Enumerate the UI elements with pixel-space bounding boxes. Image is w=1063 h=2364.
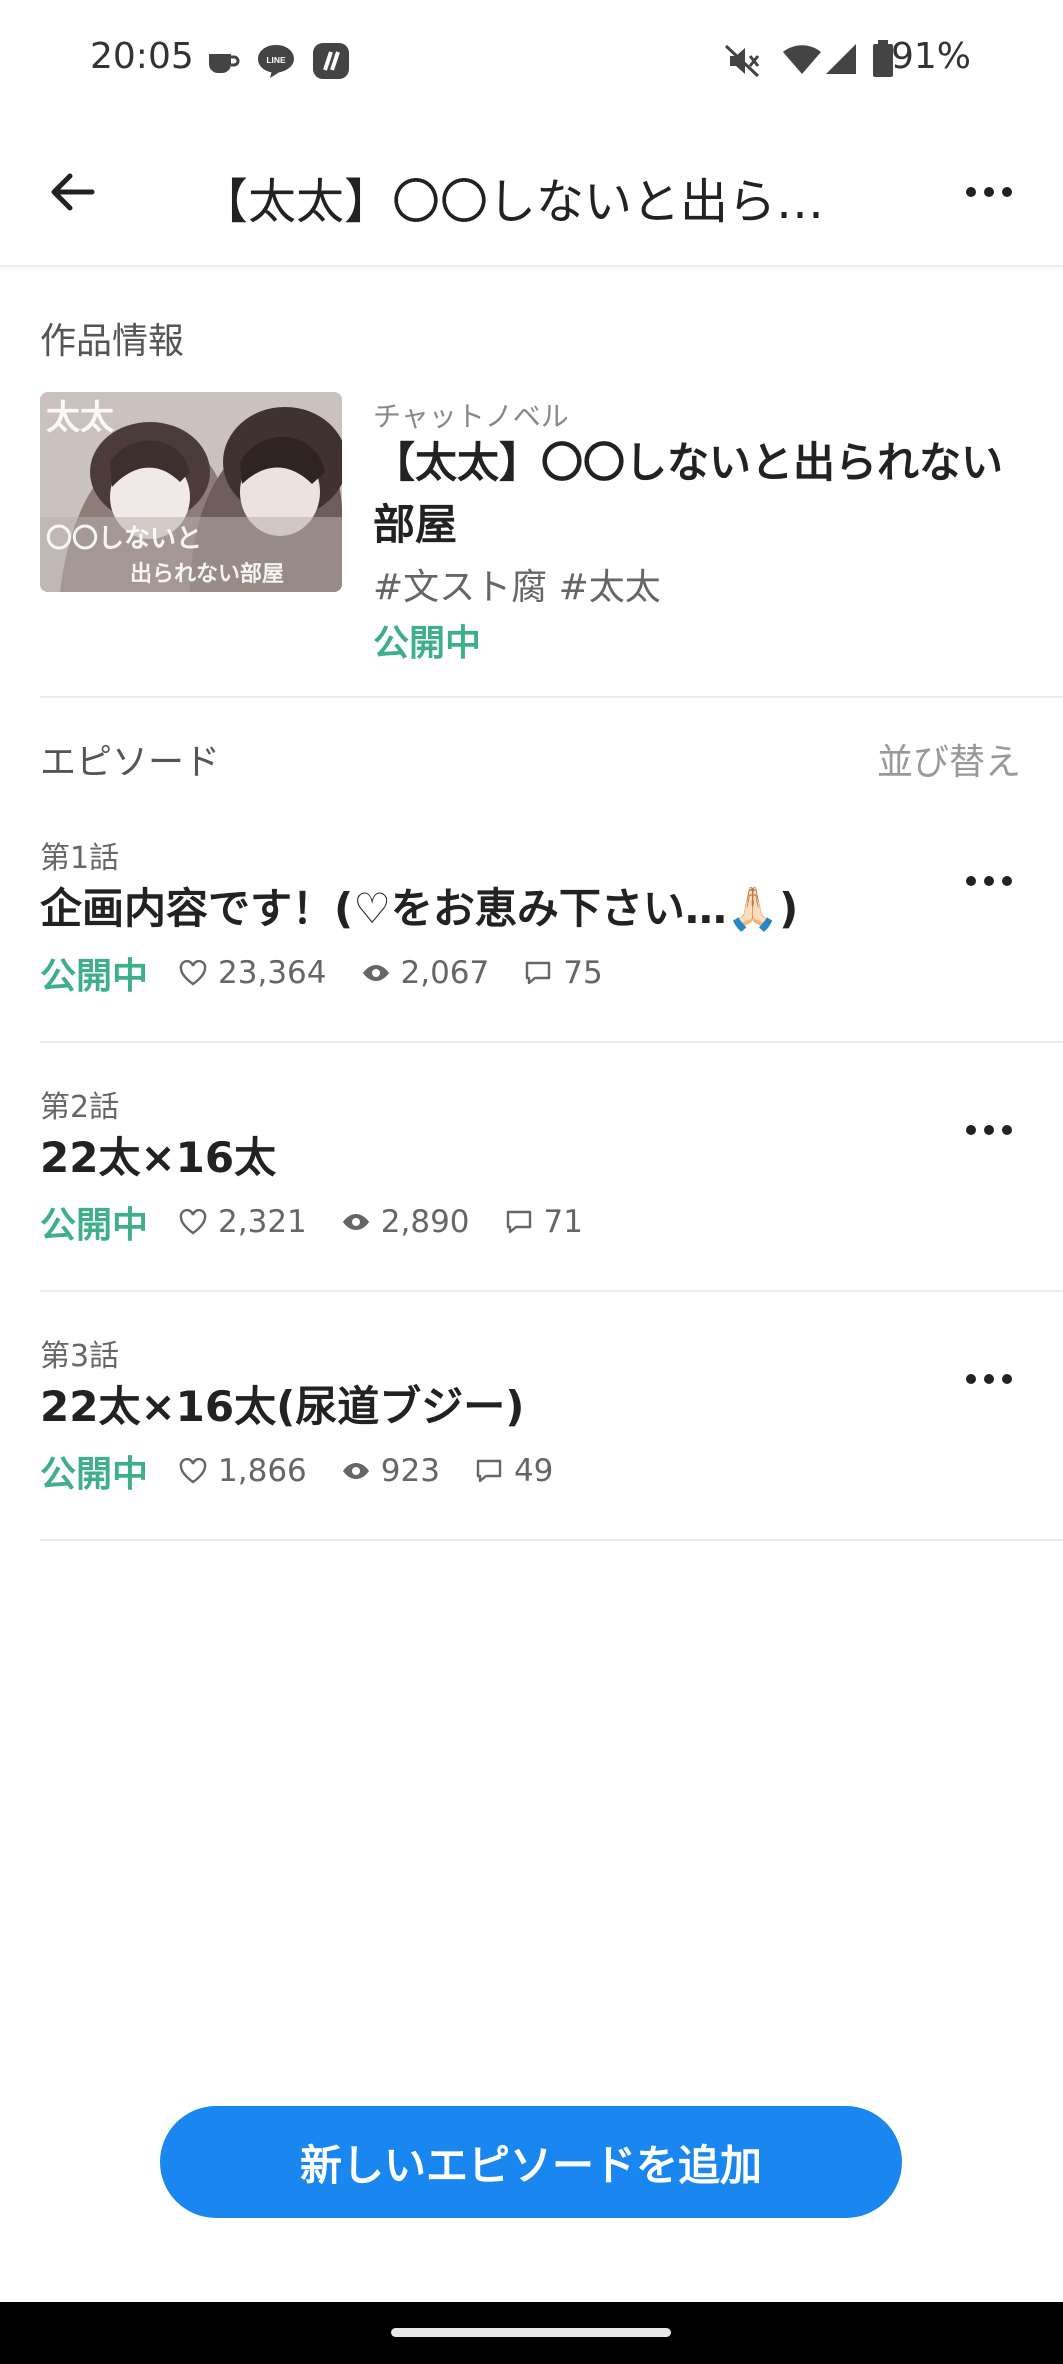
- sort-button[interactable]: 並び替え: [877, 733, 1021, 785]
- more-icon[interactable]: [955, 1359, 1023, 1399]
- episode-status: 公開中: [40, 1205, 149, 1246]
- episode-stats: 公開中 1,866 923 49: [40, 1447, 587, 1495]
- episode-likes: 2,321: [218, 1204, 307, 1240]
- heart-icon: [179, 1208, 207, 1235]
- status-bar: 20:05 LINE 91%: [0, 0, 1063, 120]
- line-icon-label: LINE: [266, 55, 286, 65]
- episode-views: 2,890: [380, 1204, 470, 1240]
- more-icon[interactable]: [955, 164, 1023, 220]
- back-arrow-icon[interactable]: [44, 164, 100, 220]
- episode-comments: 75: [563, 955, 603, 991]
- episode-number: 第2話: [40, 1090, 120, 1125]
- episode-views: 923: [380, 1453, 440, 1489]
- work-status-badge: 公開中: [373, 623, 482, 664]
- app-bar: 【太太】〇〇しないと出ら…: [0, 120, 1063, 267]
- thumbnail-text-3: 出られない部屋: [130, 562, 285, 587]
- signal-icon: [826, 44, 856, 74]
- gesture-handle[interactable]: [391, 2328, 671, 2337]
- battery-percent: 91%: [890, 36, 971, 77]
- episode-number: 第3話: [40, 1339, 120, 1374]
- divider: [40, 1290, 1063, 1292]
- divider: [40, 1539, 1063, 1541]
- divider: [40, 1041, 1063, 1043]
- heart-icon: [179, 1457, 207, 1484]
- coffee-icon: [209, 54, 240, 73]
- episode-title: 22太×16太: [40, 1133, 277, 1182]
- eye-icon: [362, 965, 389, 981]
- heart-icon: [179, 959, 207, 986]
- thumbnail-text-1: 太太: [46, 398, 114, 438]
- episode-stats: 公開中 2,321 2,890 71: [40, 1198, 617, 1246]
- episode-comments: 71: [543, 1204, 583, 1240]
- eye-icon: [342, 1463, 369, 1479]
- work-type: チャットノベル: [373, 400, 569, 433]
- episode-item-3[interactable]: 第3話 22太×16太(尿道ブジー) 公開中 1,866 923 49: [0, 1331, 1063, 1579]
- work-thumbnail[interactable]: 太太 〇〇しないと 出られない部屋: [40, 392, 342, 592]
- more-icon[interactable]: [955, 1110, 1023, 1150]
- more-icon[interactable]: [955, 861, 1023, 901]
- thumbnail-text-2: 〇〇しないと: [46, 524, 203, 554]
- wifi-icon: [783, 45, 821, 74]
- pixiv-icon: [313, 43, 349, 79]
- page-title: 【太太】〇〇しないと出ら…: [200, 174, 825, 230]
- work-tags[interactable]: #文スト腐 #太太: [373, 558, 661, 610]
- work-title[interactable]: 【太太】〇〇しないと出られない部屋: [373, 432, 1013, 556]
- work-info-label: 作品情報: [40, 321, 185, 362]
- comment-icon: [476, 1459, 502, 1483]
- episode-likes: 23,364: [218, 955, 327, 991]
- episode-views: 2,067: [400, 955, 490, 991]
- comment-icon: [506, 1210, 531, 1234]
- episodes-label: エピソード: [40, 742, 221, 783]
- line-icon: LINE: [258, 45, 294, 78]
- comment-icon: [526, 961, 551, 985]
- episode-status: 公開中: [40, 956, 149, 997]
- status-time: 20:05: [90, 36, 194, 77]
- episode-number: 第1話: [40, 841, 120, 876]
- episode-item-1[interactable]: 第1話 企画内容です！(♡をお恵み下さい…🙏🏻) 公開中 23,364 2,06…: [0, 833, 1063, 1081]
- episode-comments: 49: [513, 1453, 554, 1489]
- mute-icon: [724, 44, 760, 78]
- episode-title: 企画内容です！(♡をお恵み下さい…🙏🏻): [40, 884, 799, 933]
- divider: [40, 696, 1063, 698]
- eye-icon: [342, 1214, 369, 1230]
- episode-title: 22太×16太(尿道ブジー): [40, 1382, 525, 1431]
- episode-likes: 1,866: [218, 1453, 307, 1489]
- episode-status: 公開中: [40, 1454, 149, 1495]
- episode-item-2[interactable]: 第2話 22太×16太 公開中 2,321 2,890 71: [0, 1082, 1063, 1330]
- add-episode-button[interactable]: 新しいエピソードを追加: [160, 2106, 902, 2218]
- episode-stats: 公開中 23,364 2,067 75: [40, 949, 637, 997]
